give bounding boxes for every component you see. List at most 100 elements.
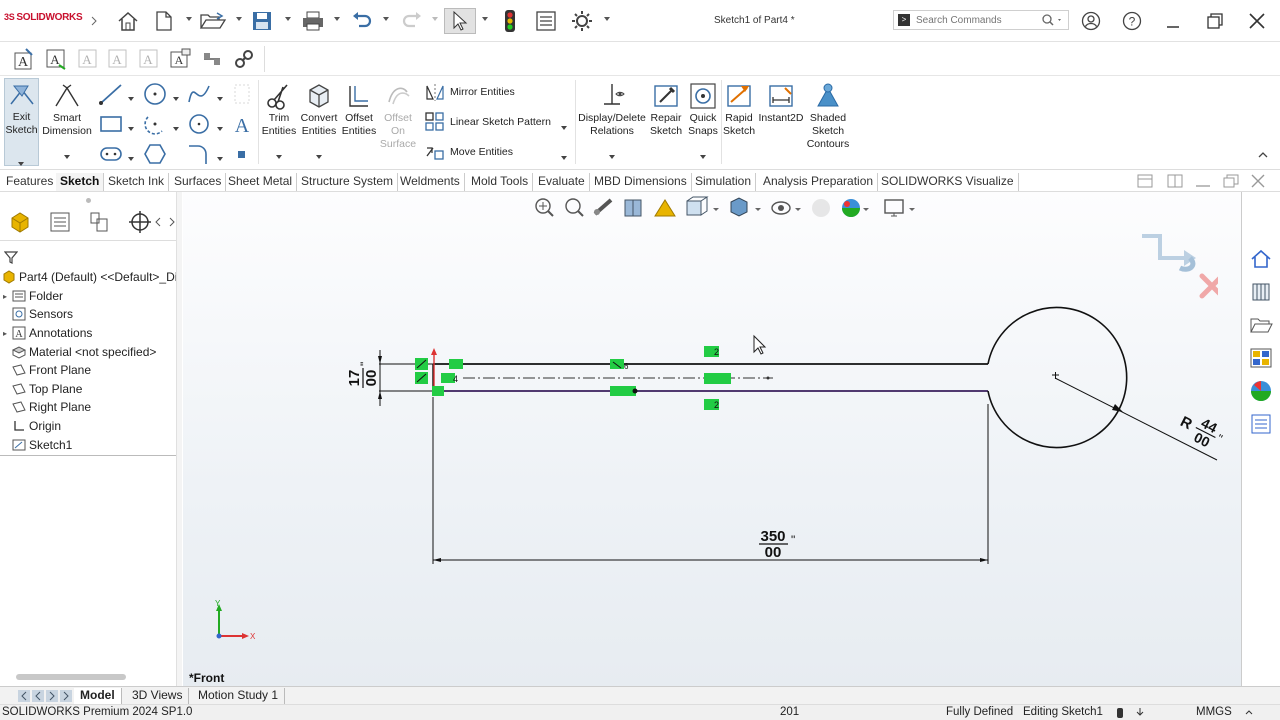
panel-grip[interactable] <box>86 198 91 203</box>
circle-tool-icon[interactable] <box>142 82 168 109</box>
search-input[interactable] <box>916 13 1036 27</box>
file-explorer-icon[interactable] <box>1248 312 1274 338</box>
chain-link-icon[interactable] <box>232 47 256 71</box>
expand-caret-icon[interactable]: ▸ <box>0 329 10 338</box>
undo-dropdown-arrow[interactable] <box>383 17 389 21</box>
feature-manager-tab[interactable] <box>2 208 38 236</box>
undo-button[interactable] <box>348 8 376 34</box>
end-circle-arc[interactable] <box>987 306 1128 449</box>
width-dim-value-top[interactable]: 17 <box>346 370 363 387</box>
repair-sketch-button[interactable]: Repair Sketch <box>648 80 684 138</box>
trim-entities-button[interactable]: Trim Entities <box>260 80 298 163</box>
tree-item-front-plane[interactable]: Front Plane <box>0 361 182 379</box>
open-dropdown-arrow[interactable] <box>236 17 242 21</box>
dimxpert-manager-tab[interactable] <box>122 208 158 236</box>
home-button[interactable] <box>114 8 142 34</box>
sketch-text-tool-icon[interactable]: A <box>230 112 254 139</box>
shaded-sketch-contours-button[interactable]: Shaded Sketch Contours <box>804 80 852 151</box>
collapse-ribbon-button[interactable] <box>1258 150 1268 162</box>
smart-dimension-button[interactable]: Smart Dimension <box>42 80 92 163</box>
point-tool-icon[interactable] <box>237 150 247 163</box>
redo-button[interactable] <box>398 8 426 34</box>
tab-sketch-ink[interactable]: Sketch Ink <box>104 173 170 191</box>
custom-properties-icon[interactable] <box>1248 411 1274 437</box>
circle-dropdown-arrow[interactable] <box>173 92 179 104</box>
rebuild-status-icon[interactable] <box>1116 707 1124 720</box>
panel-horizontal-scrollbar[interactable] <box>16 674 126 680</box>
help-button[interactable]: ? <box>1121 10 1143 32</box>
spline-tool-icon[interactable] <box>186 82 212 109</box>
graphics-area[interactable]: 350 00 " 17 00 " R 44 00 " 4 6 2 2 Y X *… <box>183 192 1241 686</box>
tab-motion-study-1[interactable]: Motion Study 1 <box>192 688 286 704</box>
file-properties-button[interactable] <box>532 8 560 34</box>
solidworks-logo[interactable]: 3S SOLIDWORKS <box>4 12 83 23</box>
tree-item-sensors[interactable]: Sensors <box>0 305 182 323</box>
new-document-button[interactable] <box>150 8 178 34</box>
panel-scroll-left-icon[interactable] <box>154 216 162 231</box>
tile-vertical-icon[interactable] <box>1167 174 1183 188</box>
panel-splitter[interactable] <box>176 192 182 686</box>
tab-features[interactable]: Features <box>2 173 59 191</box>
tree-item-sketch1[interactable]: Sketch1 <box>0 436 182 454</box>
relations-dropdown-arrow[interactable] <box>578 150 646 163</box>
tab-model[interactable]: Model <box>74 688 122 704</box>
exit-sketch-button[interactable]: Exit Sketch <box>4 78 39 166</box>
slot-tool-dropdown-arrow[interactable] <box>128 152 134 164</box>
length-dimension[interactable]: 350 00 " <box>432 397 989 564</box>
tab-structure-system[interactable]: Structure System <box>297 173 399 191</box>
linear-sketch-pattern-button[interactable]: Linear Sketch Pattern <box>424 111 551 133</box>
note-text-icon[interactable]: A <box>12 47 36 71</box>
annotation-text-icon[interactable]: A <box>44 47 68 71</box>
tree-item-material[interactable]: Material <not specified> <box>0 343 182 361</box>
pattern-dropdown-arrow[interactable] <box>561 121 567 133</box>
user-account-button[interactable] <box>1080 10 1102 32</box>
tile-horizontal-icon[interactable] <box>1137 174 1153 188</box>
ellipse-dropdown-arrow[interactable] <box>217 122 223 134</box>
magnetic-line-icon[interactable] <box>200 47 224 71</box>
viewport-close-icon[interactable] <box>1251 174 1265 188</box>
exit-sketch-dropdown-arrow[interactable] <box>18 157 24 169</box>
unit-system[interactable]: MMGS <box>1196 706 1232 718</box>
move-entities-button[interactable]: Move Entities <box>424 142 513 162</box>
sketch-canvas[interactable]: 350 00 " 17 00 " R 44 00 " 4 6 2 2 <box>183 192 1241 686</box>
tab-mbd-dimensions[interactable]: MBD Dimensions <box>590 173 692 191</box>
select-dropdown-arrow[interactable] <box>482 17 488 21</box>
convert-entities-button[interactable]: Convert Entities <box>298 80 340 163</box>
straight-slot-tool-icon[interactable] <box>98 142 124 169</box>
line-dropdown-arrow[interactable] <box>128 92 134 104</box>
mirror-entities-button[interactable]: Mirror Entities <box>424 82 515 102</box>
tab-simulation[interactable]: Simulation <box>691 173 757 191</box>
slot-geometry[interactable] <box>432 306 1128 449</box>
tab-evaluate[interactable]: Evaluate <box>534 173 590 191</box>
ellipse-tool-icon[interactable] <box>186 112 212 139</box>
search-icon[interactable] <box>1042 14 1064 29</box>
line-tool-icon[interactable] <box>98 82 124 109</box>
tree-rollback-bar[interactable] <box>0 455 180 456</box>
restore-window-button[interactable] <box>1204 10 1226 32</box>
tab-scroll-buttons[interactable] <box>18 690 72 705</box>
new-dropdown-arrow[interactable] <box>186 17 192 21</box>
tree-item-top-plane[interactable]: Top Plane <box>0 380 182 398</box>
tab-sketch[interactable]: Sketch <box>56 173 105 191</box>
appearances-scenes-icon[interactable] <box>1248 378 1274 404</box>
move-dropdown-arrow[interactable] <box>561 151 567 163</box>
smart-dimension-dropdown-arrow[interactable] <box>42 150 92 163</box>
offset-entities-button[interactable]: Offset Entities <box>339 80 379 138</box>
tree-item-annotations[interactable]: ▸ A Annotations <box>0 324 182 342</box>
tab-solidworks-visualize[interactable]: SOLIDWORKS Visualize <box>877 173 1019 191</box>
instant2d-button[interactable]: Instant2D <box>758 80 804 125</box>
tab-sheet-metal[interactable]: Sheet Metal <box>224 173 298 191</box>
minimize-window-button[interactable] <box>1162 10 1184 32</box>
save-dropdown-arrow[interactable] <box>285 17 291 21</box>
design-library-icon[interactable] <box>1248 279 1274 305</box>
rapid-sketch-button[interactable]: Rapid Sketch <box>722 80 756 138</box>
units-dropdown-arrow[interactable] <box>1245 708 1253 720</box>
property-manager-tab[interactable] <box>42 208 78 236</box>
polygon-tool-icon[interactable] <box>142 142 168 169</box>
quick-tips-icon[interactable] <box>1135 707 1145 720</box>
spline-dropdown-arrow[interactable] <box>217 92 223 104</box>
fillet-dropdown-arrow[interactable] <box>217 152 223 164</box>
tree-root-part[interactable]: Part4 (Default) <<Default>_Disp <box>0 268 182 286</box>
expand-caret-icon[interactable]: ▸ <box>0 292 10 301</box>
options-button[interactable] <box>566 8 598 34</box>
